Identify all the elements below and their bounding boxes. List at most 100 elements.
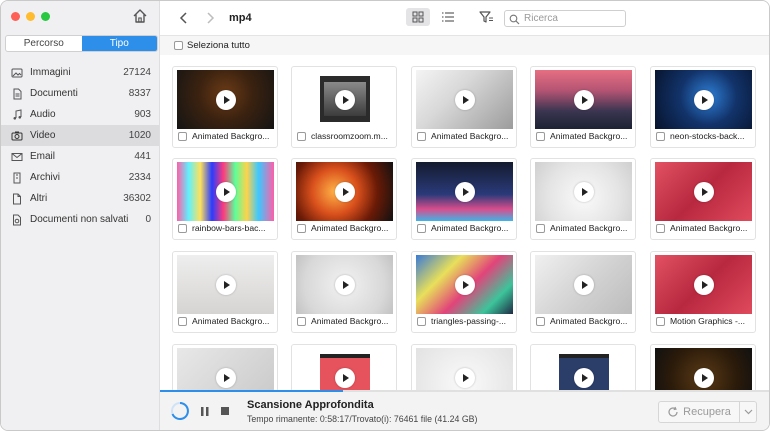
video-thumbnail[interactable] — [177, 348, 274, 391]
play-icon[interactable] — [693, 181, 714, 202]
play-icon[interactable] — [693, 274, 714, 295]
play-icon[interactable] — [693, 367, 714, 388]
tab-tipo[interactable]: Tipo — [81, 36, 157, 51]
play-icon[interactable] — [334, 181, 355, 202]
file-card[interactable]: Animated Backgro... — [411, 66, 517, 148]
file-card[interactable]: Animated Backgro... — [530, 66, 636, 148]
play-icon[interactable] — [454, 89, 475, 110]
video-thumbnail[interactable] — [296, 162, 393, 221]
pause-button[interactable] — [200, 406, 210, 417]
file-card[interactable]: rainbow-bars-bac... — [172, 158, 278, 240]
play-icon[interactable] — [334, 274, 355, 295]
video-thumbnail[interactable] — [416, 348, 513, 391]
file-checkbox[interactable] — [417, 223, 426, 233]
file-card[interactable] — [291, 344, 397, 391]
tab-percorso[interactable]: Percorso — [6, 36, 82, 51]
sidebar-item-immagini[interactable]: Immagini 27124 — [1, 62, 159, 83]
search-field[interactable] — [504, 10, 626, 27]
video-thumbnail[interactable] — [535, 162, 632, 221]
sidebar-item-email[interactable]: Email 441 — [1, 146, 159, 167]
video-thumbnail[interactable] — [535, 70, 632, 129]
sidebar-item-video[interactable]: Video 1020 — [1, 125, 159, 146]
play-icon[interactable] — [215, 89, 236, 110]
file-card[interactable]: Animated Backgro... — [291, 251, 397, 333]
file-checkbox[interactable] — [656, 316, 665, 326]
play-icon[interactable] — [573, 181, 594, 202]
play-icon[interactable] — [573, 274, 594, 295]
file-checkbox[interactable] — [297, 223, 306, 233]
file-checkbox[interactable] — [178, 223, 187, 233]
play-icon[interactable] — [454, 274, 475, 295]
play-icon[interactable] — [573, 89, 594, 110]
file-card[interactable]: classroomzoom.m... — [291, 66, 397, 148]
file-card[interactable] — [172, 344, 278, 391]
video-thumbnail[interactable] — [655, 162, 752, 221]
play-icon[interactable] — [454, 367, 475, 388]
sidebar-item-archivi[interactable]: Archivi 2334 — [1, 167, 159, 188]
file-card[interactable] — [650, 344, 756, 391]
file-checkbox[interactable] — [417, 131, 426, 141]
file-checkbox[interactable] — [536, 316, 545, 326]
video-thumbnail[interactable] — [177, 255, 274, 314]
back-button[interactable] — [177, 10, 191, 26]
sidebar-item-audio[interactable]: Audio 903 — [1, 104, 159, 125]
file-checkbox[interactable] — [297, 316, 306, 326]
file-checkbox[interactable] — [178, 316, 187, 326]
video-thumbnail[interactable] — [655, 348, 752, 391]
play-icon[interactable] — [215, 367, 236, 388]
home-icon[interactable] — [131, 7, 149, 25]
filter-icon[interactable] — [478, 9, 494, 25]
play-icon[interactable] — [693, 89, 714, 110]
file-checkbox[interactable] — [656, 223, 665, 233]
search-input[interactable] — [524, 13, 619, 24]
video-thumbnail[interactable] — [535, 348, 632, 391]
video-thumbnail[interactable] — [177, 70, 274, 129]
play-icon[interactable] — [454, 181, 475, 202]
file-card[interactable]: triangles-passing-... — [411, 251, 517, 333]
sidebar-item-altri[interactable]: Altri 36302 — [1, 188, 159, 209]
file-card[interactable]: Animated Backgro... — [530, 251, 636, 333]
file-card[interactable]: Animated Backgro... — [172, 251, 278, 333]
video-thumbnail[interactable] — [177, 162, 274, 221]
file-checkbox[interactable] — [297, 131, 306, 141]
video-thumbnail[interactable] — [416, 162, 513, 221]
play-icon[interactable] — [334, 367, 355, 388]
file-card[interactable]: Animated Backgro... — [411, 158, 517, 240]
recover-button[interactable]: Recupera — [658, 401, 740, 423]
list-view-button[interactable] — [436, 8, 460, 26]
sidebar-item-documenti-non-salvati[interactable]: Documenti non salvati 0 — [1, 209, 159, 230]
select-all-checkbox[interactable] — [174, 41, 183, 50]
zoom-window-button[interactable] — [41, 12, 50, 21]
forward-button[interactable] — [203, 10, 217, 26]
file-card[interactable]: Animated Backgro... — [650, 158, 756, 240]
play-icon[interactable] — [215, 181, 236, 202]
stop-button[interactable] — [221, 407, 229, 415]
video-thumbnail[interactable] — [655, 70, 752, 129]
file-card[interactable]: Motion Graphics -... — [650, 251, 756, 333]
recover-options-dropdown[interactable] — [740, 401, 757, 423]
file-card[interactable] — [530, 344, 636, 391]
file-card[interactable]: Animated Backgro... — [530, 158, 636, 240]
file-checkbox[interactable] — [417, 316, 426, 326]
file-card[interactable]: neon-stocks-back... — [650, 66, 756, 148]
video-thumbnail[interactable] — [296, 70, 393, 129]
minimize-window-button[interactable] — [26, 12, 35, 21]
video-thumbnail[interactable] — [296, 255, 393, 314]
file-checkbox[interactable] — [536, 131, 545, 141]
video-thumbnail[interactable] — [655, 255, 752, 314]
video-thumbnail[interactable] — [535, 255, 632, 314]
file-checkbox[interactable] — [656, 131, 665, 141]
video-thumbnail[interactable] — [416, 70, 513, 129]
play-icon[interactable] — [334, 89, 355, 110]
sidebar-item-documenti[interactable]: Documenti 8337 — [1, 83, 159, 104]
play-icon[interactable] — [573, 367, 594, 388]
close-window-button[interactable] — [11, 12, 20, 21]
file-card[interactable] — [411, 344, 517, 391]
video-thumbnail[interactable] — [416, 255, 513, 314]
video-thumbnail[interactable] — [296, 348, 393, 391]
play-icon[interactable] — [215, 274, 236, 295]
file-checkbox[interactable] — [536, 223, 545, 233]
file-card[interactable]: Animated Backgro... — [291, 158, 397, 240]
file-card[interactable]: Animated Backgro... — [172, 66, 278, 148]
file-checkbox[interactable] — [178, 131, 187, 141]
